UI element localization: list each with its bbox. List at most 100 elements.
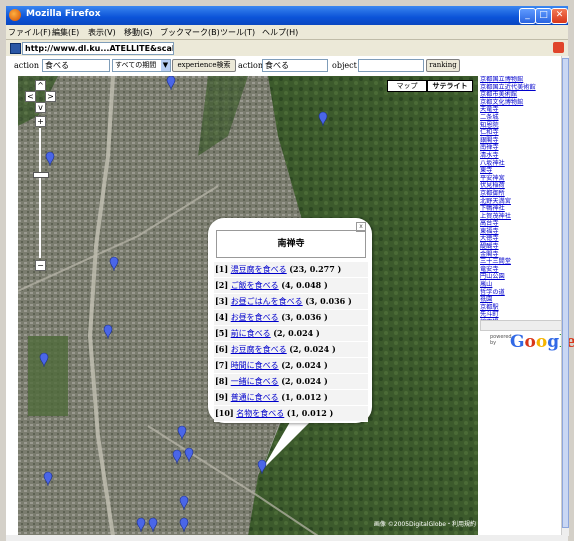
stop-icon[interactable]: [553, 42, 564, 53]
ranking-number: [2]: [215, 280, 229, 290]
ranking-link[interactable]: 普通に食べる: [231, 393, 279, 402]
dropdown-arrow-icon: ▼: [161, 60, 170, 71]
scrollbar-thumb[interactable]: [562, 58, 569, 528]
sidebar-place-link[interactable]: 下鴨神社: [480, 205, 560, 213]
sidebar-place-link[interactable]: 三十三間堂: [480, 258, 560, 266]
page-horizontal-scrollbar[interactable]: [6, 535, 568, 541]
ranking-link[interactable]: 湯豆腐を食べる: [231, 265, 287, 274]
zoom-out-button[interactable]: −: [35, 260, 46, 271]
menu-help[interactable]: ヘルプ(H): [262, 27, 298, 38]
info-window: x 南禅寺 [1] 湯豆腐を食べる (23, 0.277 ) [2] ご飯を食べ…: [208, 218, 372, 423]
close-button[interactable]: ✕: [551, 8, 568, 24]
menu-tools[interactable]: ツール(T): [220, 27, 255, 38]
sidebar-place-link[interactable]: 北野天満宮: [480, 198, 560, 206]
page-content: action 食べる すべての期間 ▼ experience検索 action …: [6, 56, 574, 536]
minimize-button[interactable]: _: [519, 8, 536, 24]
zoom-in-button[interactable]: +: [35, 116, 46, 127]
satellite-map[interactable]: マップ サテライト ^ < > v + − x 南禅寺 [1] 湯豆腐を食べる …: [18, 76, 478, 536]
ranking-number: [6]: [215, 344, 229, 354]
ranking-item: [7] 時間に食べる (2, 0.024 ): [214, 358, 368, 374]
place-name: 南禅寺: [216, 230, 366, 258]
menu-edit[interactable]: 編集(E): [52, 27, 79, 38]
zoom-slider-thumb[interactable]: [33, 172, 49, 178]
map-type-satellite-button[interactable]: サテライト: [427, 80, 473, 92]
menu-view[interactable]: 表示(V): [88, 27, 116, 38]
ranking-number: [7]: [215, 360, 229, 370]
sidebar-place-link[interactable]: 東寺: [480, 167, 560, 175]
maximize-button[interactable]: □: [535, 8, 552, 24]
ranking-score: (4, 0.048 ): [281, 280, 328, 290]
zoom-slider-track[interactable]: [39, 128, 41, 258]
ranking-item: [8] 一緒に食べる (2, 0.024 ): [214, 374, 368, 390]
sidebar-place-link[interactable]: 仁和寺: [480, 129, 560, 137]
window-title: Mozilla Firefox: [26, 9, 101, 19]
address-input[interactable]: http://www.dl.ku...ATELLITE&scale=3: [22, 42, 174, 55]
sidebar-place-link[interactable]: 京都市美術館: [480, 91, 560, 99]
sidebar-place-link[interactable]: 伏見稲荷: [480, 182, 560, 190]
sidebar-place-link[interactable]: 八坂神社: [480, 160, 560, 168]
ranking-item: [1] 湯豆腐を食べる (23, 0.277 ): [214, 262, 368, 278]
ranking-link[interactable]: お豆腐を食べる: [231, 345, 287, 354]
ranking-number: [9]: [215, 392, 229, 402]
sidebar-horizontal-scrollbar[interactable]: [480, 320, 562, 331]
sidebar-place-link[interactable]: 京都国立博物館: [480, 76, 560, 84]
sidebar-place-link[interactable]: 二条城: [480, 114, 560, 122]
ranking-score: (2, 0.024 ): [281, 376, 328, 386]
ranking-link[interactable]: 前に食べる: [231, 329, 271, 338]
sidebar-place-link[interactable]: 醍醐寺: [480, 243, 560, 251]
address-bar: http://www.dl.ku...ATELLITE&scale=3: [6, 39, 568, 57]
sidebar-place-link[interactable]: 高台寺: [480, 220, 560, 228]
pan-left-button[interactable]: <: [25, 91, 36, 102]
ranking-score: (2, 0.024 ): [281, 360, 328, 370]
sidebar-place-link[interactable]: 京都御所: [480, 190, 560, 198]
ranking-link[interactable]: 時間に食べる: [231, 361, 279, 370]
pan-down-button[interactable]: v: [35, 102, 46, 113]
menu-bookmarks[interactable]: ブックマーク(B): [160, 27, 220, 38]
sidebar-place-link[interactable]: 円山公園: [480, 273, 560, 281]
ranking-link[interactable]: 一緒に食べる: [231, 377, 279, 386]
menu-file[interactable]: ファイル(F): [8, 27, 51, 38]
action2-input[interactable]: 食べる: [262, 59, 328, 72]
ranking-link[interactable]: 名物を食べる: [236, 409, 284, 418]
sidebar-place-link[interactable]: 大徳寺: [480, 235, 560, 243]
map-credit: 画像 ©2005DigitalGlobe・利用規約: [373, 521, 476, 528]
ranking-number: [5]: [215, 328, 229, 338]
ranking-number: [4]: [215, 312, 229, 322]
firefox-logo-icon: [9, 9, 21, 21]
title-bar: Mozilla Firefox _ □ ✕: [6, 6, 568, 25]
ranking-button[interactable]: ranking: [426, 59, 460, 72]
place-link-list: 京都国立博物館 京都国立近代美術館 京都市美術館 京都文化博物館 天竜寺 二条城 知恩院 仁和…: [480, 76, 560, 331]
ranking-score: (2, 0.024 ): [289, 344, 336, 354]
sidebar-place-link[interactable]: 天竜寺: [480, 106, 560, 114]
ranking-link[interactable]: お昼を食べる: [231, 313, 279, 322]
page-vertical-scrollbar[interactable]: [561, 56, 569, 536]
ranking-item: [2] ご飯を食べる (4, 0.048 ): [214, 278, 368, 294]
ranking-item: [6] お豆腐を食べる (2, 0.024 ): [214, 342, 368, 358]
ranking-score: (23, 0.277 ): [289, 264, 342, 274]
ranking-link[interactable]: ご飯を食べる: [231, 281, 279, 290]
ranking-score: (1, 0.012 ): [281, 392, 328, 402]
ranking-score: (1, 0.012 ): [286, 408, 334, 418]
experience-search-button[interactable]: experience検索: [172, 59, 236, 72]
search-form: action 食べる すべての期間 ▼ experience検索 action …: [6, 56, 568, 76]
ranking-number: [1]: [215, 264, 229, 274]
sidebar-place-link[interactable]: 嵐山: [480, 281, 560, 289]
sidebar-place-link[interactable]: 祇園: [480, 296, 560, 304]
page-favicon-icon: [10, 43, 21, 54]
action-input[interactable]: 食べる: [42, 59, 110, 72]
pan-up-button[interactable]: ^: [35, 80, 46, 91]
period-select[interactable]: すべての期間 ▼: [112, 59, 171, 72]
action-label: action: [14, 61, 39, 70]
ranking-number: [10]: [215, 408, 234, 418]
sidebar-place-link[interactable]: 先斗町: [480, 311, 560, 319]
ranking-item: [10] 名物を食べる (1, 0.012 ): [214, 406, 368, 422]
sidebar-place-link[interactable]: 哲学の道: [480, 289, 560, 297]
ranking-number: [3]: [215, 296, 229, 306]
map-type-map-button[interactable]: マップ: [387, 80, 427, 92]
menu-go[interactable]: 移動(G): [124, 27, 152, 38]
object-input[interactable]: [358, 59, 424, 72]
ranking-link[interactable]: お昼ごはんを食べる: [231, 297, 303, 306]
sidebar-place-link[interactable]: 清水寺: [480, 152, 560, 160]
pan-right-button[interactable]: >: [45, 91, 56, 102]
sidebar-place-link[interactable]: 南禅寺: [480, 144, 560, 152]
